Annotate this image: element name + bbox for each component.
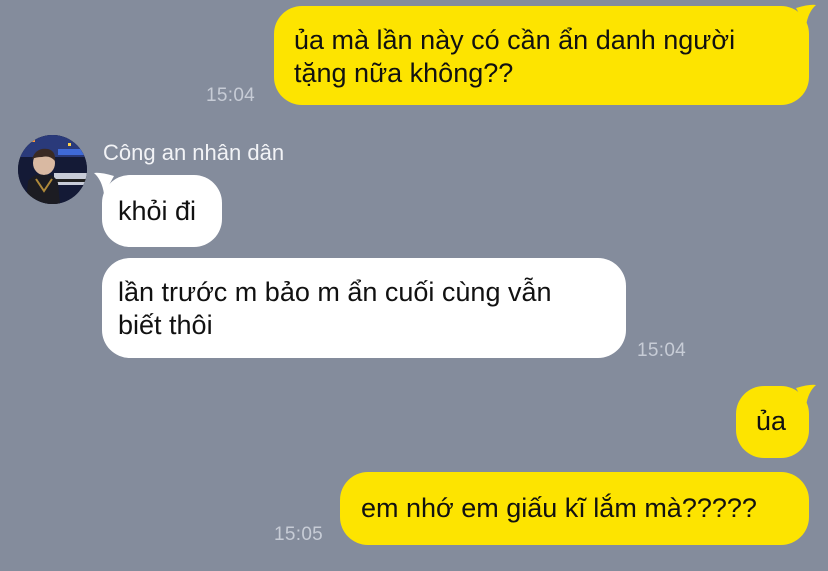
outgoing-message-bubble[interactable]: ủa mà lần này có cần ẩn danh người tặng … <box>274 6 809 105</box>
avatar-photo <box>18 135 87 204</box>
bubble-tail <box>94 172 114 194</box>
message-text: lần trước m bảo m ẩn cuối cùng vẫn biết … <box>118 277 552 340</box>
message-text: em nhớ em giấu kĩ lắm mà????? <box>361 493 757 523</box>
message-timestamp: 15:04 <box>206 85 256 106</box>
outgoing-message-bubble[interactable]: em nhớ em giấu kĩ lắm mà????? <box>340 472 809 545</box>
sender-name: Công an nhân dân <box>103 140 285 165</box>
message-text: khỏi đi <box>118 196 197 226</box>
message-text: ủa mà lần này có cần ẩn danh người tặng … <box>294 25 736 88</box>
bubble-tail <box>796 4 816 27</box>
message-timestamp: 15:05 <box>274 524 324 545</box>
incoming-message-bubble[interactable]: lần trước m bảo m ẩn cuối cùng vẫn biết … <box>102 258 626 358</box>
message-timestamp: 15:04 <box>637 340 687 361</box>
bubble-tail <box>796 384 816 406</box>
incoming-message-bubble[interactable]: khỏi đi <box>102 175 222 247</box>
sender-avatar[interactable] <box>18 135 87 204</box>
message-text: ủa <box>756 406 787 436</box>
